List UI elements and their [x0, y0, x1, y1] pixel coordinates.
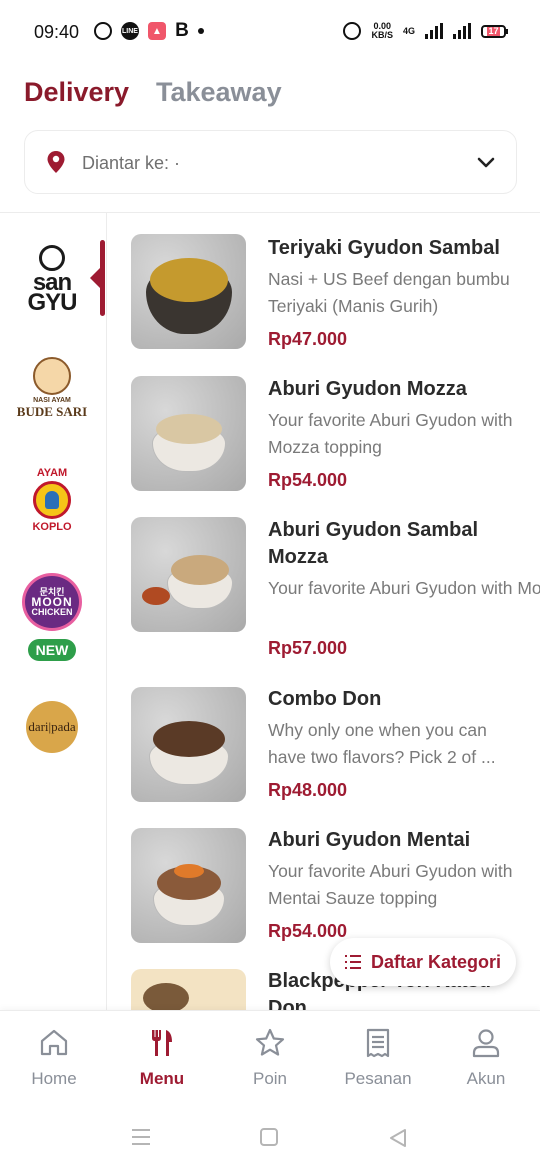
- notification-icons: LINE ▲ B: [94, 20, 204, 41]
- active-brand-indicator: [100, 240, 105, 316]
- line-icon: LINE: [121, 22, 139, 40]
- menu-item-description: Your favorite Aburi Gyudon with Mozza an…: [268, 578, 540, 598]
- menu-item-description: Nasi + US Beef dengan bumbu Teriyaki (Ma…: [268, 269, 510, 316]
- moon-chicken-logo: 문치킨 MOON CHICKEN: [22, 573, 82, 631]
- network-type: 4G: [402, 26, 415, 36]
- whatsapp-icon: [94, 22, 112, 40]
- home-button-icon[interactable]: [260, 1128, 278, 1146]
- brand-ayam-koplo[interactable]: AYAM KOPLO: [10, 467, 94, 533]
- menu-item-image: [131, 376, 246, 491]
- ayam-koplo-logo: AYAM KOPLO: [32, 467, 71, 533]
- home-icon: [40, 1029, 68, 1056]
- android-nav-bar: [0, 1100, 540, 1170]
- brand-bude-sari[interactable]: NASI AYAM BUDE SARI: [10, 357, 94, 420]
- menu-item-price: Rp54.000: [268, 921, 348, 941]
- battery-level: 17: [487, 25, 500, 36]
- nav-poin[interactable]: Poin: [220, 1027, 320, 1089]
- brand-daripada[interactable]: dari|pada: [10, 701, 94, 753]
- menu-item-description: Your favorite Aburi Gyudon with Mentai S…: [268, 861, 513, 908]
- category-button-label: Daftar Kategori: [370, 951, 502, 972]
- list-icon: [344, 955, 361, 969]
- nav-home[interactable]: Home: [4, 1027, 104, 1089]
- menu-item-description: Why only one when you can have two flavo…: [268, 720, 496, 767]
- tab-takeaway[interactable]: Takeaway: [156, 77, 282, 108]
- recents-icon[interactable]: [131, 1128, 151, 1146]
- koplo-top-text: AYAM: [36, 467, 68, 479]
- moon-sub-text: CHICKEN: [31, 607, 73, 617]
- bude-sari-face-icon: [33, 357, 71, 395]
- network-speed: 0.00 KB/S: [371, 22, 393, 40]
- menu-item-price: Rp48.000: [268, 780, 348, 800]
- b-notification-icon: B: [175, 20, 189, 41]
- rooster-icon: [33, 481, 71, 519]
- status-time: 09:40: [34, 22, 80, 42]
- star-icon: [255, 1028, 285, 1056]
- menu-item-name: Aburi Gyudon Mentai: [268, 829, 471, 851]
- bottom-nav: Home Menu Poin Pesanan Akun: [0, 1010, 540, 1100]
- menu-item-image: [131, 687, 246, 802]
- menu-item-image: [131, 234, 246, 349]
- bude-sari-small-text: NASI AYAM: [33, 397, 71, 404]
- moon-main-text: MOON: [31, 595, 73, 609]
- menu-item-price: Rp54.000: [268, 470, 348, 490]
- fork-knife-icon: [152, 1030, 172, 1056]
- menu-item-name: Aburi Gyudon Mozza: [268, 378, 467, 400]
- nav-home-label: Home: [31, 1069, 77, 1088]
- menu-item-description: Your favorite Aburi Gyudon with Mozza to…: [268, 410, 513, 457]
- sangyu-wordmark: san GYU: [27, 269, 77, 316]
- status-bar: 09:40 LINE ▲ B 0.00 KB/S 4G 17: [0, 0, 540, 66]
- sangyu-c-mark: [39, 245, 65, 271]
- nav-menu[interactable]: Menu: [112, 1027, 212, 1089]
- receipt-icon: [366, 1028, 390, 1058]
- menu-item-price: Rp47.000: [268, 329, 348, 349]
- bude-sari-logo: NASI AYAM BUDE SARI: [17, 357, 87, 420]
- category-list-button[interactable]: Daftar Kategori: [330, 938, 516, 986]
- address-label: Diantar ke: ·: [82, 153, 181, 173]
- signal-icon: [425, 23, 443, 39]
- system-icons: 0.00 KB/S 4G 17: [343, 22, 508, 40]
- menu-item-name: Teriyaki Gyudon Sambal: [268, 237, 500, 259]
- new-badge: NEW: [27, 639, 77, 661]
- menu-list: Teriyaki Gyudon Sambal Nasi + US Beef de…: [108, 213, 540, 1010]
- daripada-logo: dari|pada: [26, 701, 78, 753]
- brand-moon-chicken[interactable]: 문치킨 MOON CHICKEN NEW: [10, 573, 94, 661]
- menu-item-price: Rp57.000: [268, 638, 348, 658]
- address-selector[interactable]: Diantar ke: ·: [24, 130, 517, 194]
- menu-item-name: Aburi Gyudon Sambal Mozza: [268, 519, 479, 568]
- bude-sari-big-text: BUDE SARI: [16, 404, 88, 419]
- sangyu-logo: san GYU: [10, 245, 94, 316]
- menu-item-image: [131, 828, 246, 943]
- user-icon: [472, 1029, 500, 1058]
- battery-icon: 17: [481, 24, 508, 38]
- menu-item-name: Combo Don: [268, 688, 382, 710]
- brand-sangyu[interactable]: san GYU: [10, 245, 94, 316]
- app-notification-icon: ▲: [148, 22, 166, 40]
- location-pin-icon: [47, 151, 65, 173]
- alarm-icon: [343, 22, 362, 40]
- menu-item-image: [131, 969, 246, 1010]
- brand-sidebar: san GYU NASI AYAM BUDE SARI AYAM KOPLO 문…: [0, 213, 107, 1010]
- nav-akun[interactable]: Akun: [436, 1027, 536, 1089]
- nav-pesanan[interactable]: Pesanan: [328, 1027, 428, 1089]
- chevron-down-icon: [477, 157, 495, 168]
- nav-poin-label: Poin: [252, 1069, 288, 1088]
- tab-delivery[interactable]: Delivery: [24, 77, 129, 108]
- nav-menu-label: Menu: [139, 1069, 185, 1088]
- menu-item-image: [131, 517, 246, 632]
- nav-akun-label: Akun: [466, 1069, 506, 1088]
- signal-2-icon: [453, 23, 471, 39]
- more-notifications-dot: [198, 28, 204, 34]
- koplo-bottom-text: KOPLO: [32, 521, 72, 533]
- speed-unit: KB/S: [371, 30, 393, 40]
- nav-pesanan-label: Pesanan: [344, 1069, 412, 1088]
- back-icon[interactable]: [388, 1128, 408, 1148]
